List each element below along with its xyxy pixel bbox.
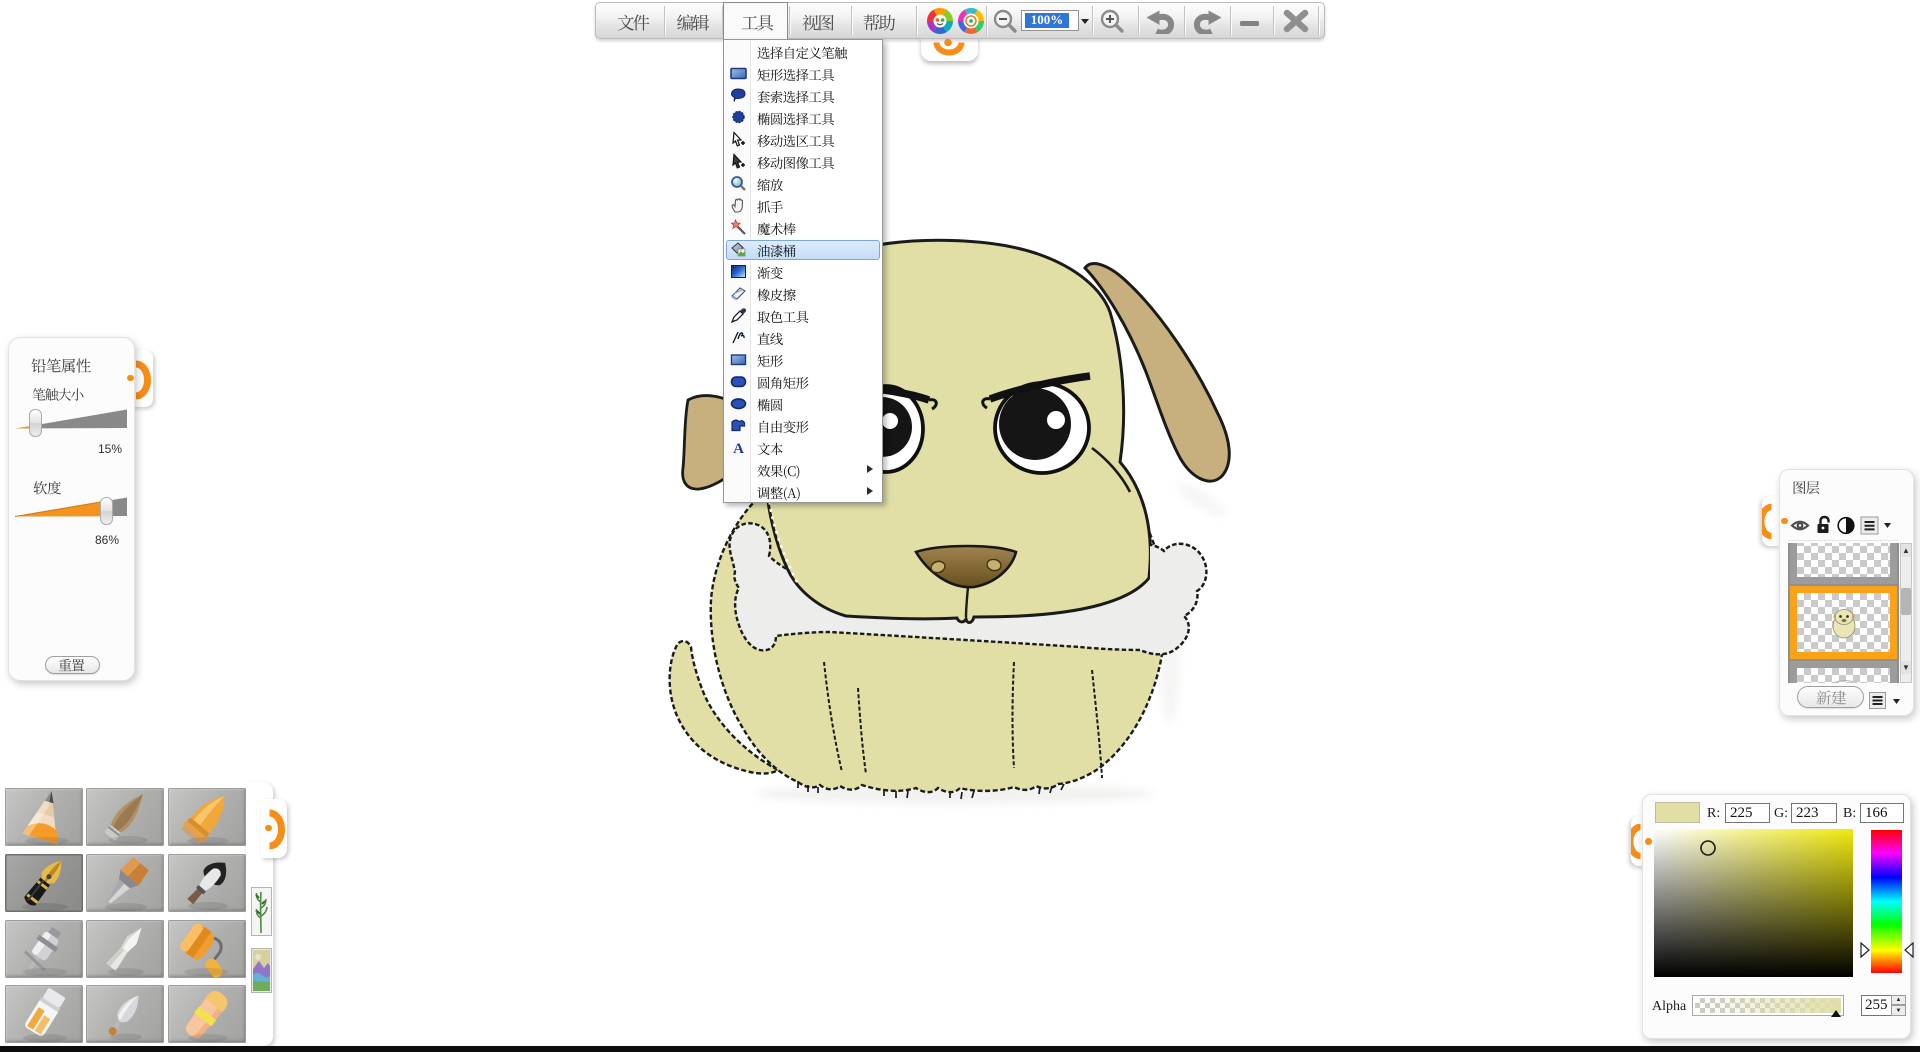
svg-text:A: A xyxy=(733,441,744,456)
